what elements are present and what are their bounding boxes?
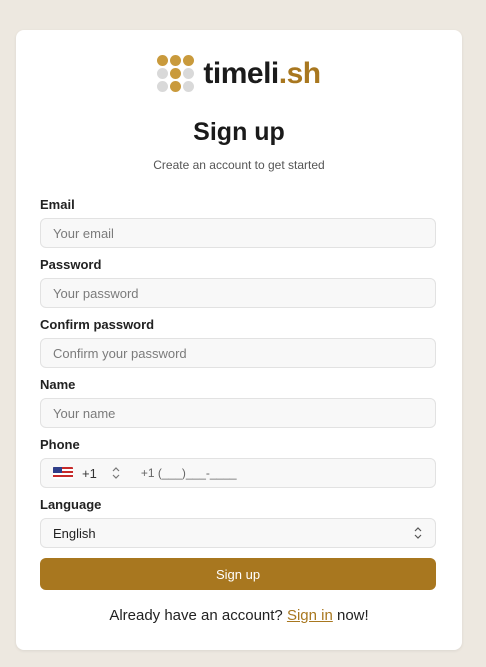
password-field[interactable] (40, 278, 436, 308)
brand-logo: timeli.sh (16, 54, 462, 94)
page-title: Sign up (193, 118, 285, 146)
brand-name-main: timeli (203, 57, 279, 90)
name-field[interactable] (40, 398, 436, 428)
signup-card: timeli.sh Sign up Create an account to g… (16, 30, 462, 650)
phone-field: +1 (40, 458, 436, 488)
dot-grid-logo-icon (157, 55, 195, 93)
sign-in-prompt-prefix: Already have an account? (109, 607, 287, 624)
phone-label: Phone (40, 437, 80, 452)
brand-name: timeli.sh (203, 57, 321, 90)
brand-name-accent: .sh (278, 57, 321, 90)
phone-number-input[interactable] (140, 466, 341, 480)
dial-code[interactable]: +1 (82, 466, 97, 481)
sign-in-prompt-suffix: now! (332, 607, 369, 624)
sign-up-button[interactable]: Sign up (40, 558, 436, 590)
confirm-password-field[interactable] (40, 338, 436, 368)
chevron-up-down-icon (414, 527, 422, 539)
page-subtitle: Create an account to get started (153, 158, 325, 172)
email-field[interactable] (40, 218, 436, 248)
name-label: Name (40, 377, 76, 392)
chevron-up-down-icon[interactable] (111, 466, 121, 480)
password-label: Password (40, 257, 102, 272)
sign-in-prompt: Already have an account? Sign in now! (16, 607, 462, 624)
language-label: Language (40, 497, 102, 512)
confirm-password-label: Confirm password (40, 317, 155, 332)
email-label: Email (40, 197, 75, 212)
language-selected-value: English (53, 525, 96, 541)
language-select[interactable]: English (40, 518, 436, 548)
us-flag-icon[interactable] (53, 467, 73, 479)
sign-in-link[interactable]: Sign in (287, 607, 333, 624)
